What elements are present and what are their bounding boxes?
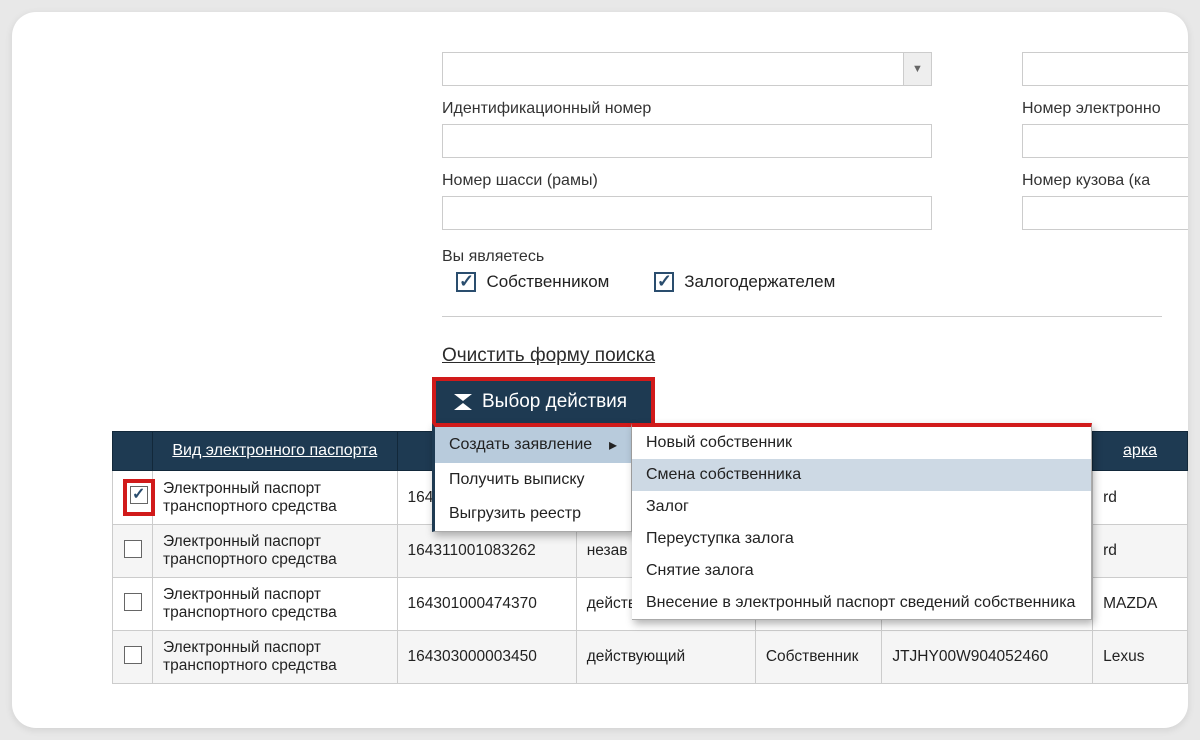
col-brand[interactable]: арка: [1093, 432, 1188, 471]
owner-check-label: Собственником: [486, 272, 609, 291]
menu-item-label: Выгрузить реестр: [449, 505, 581, 523]
row-checkbox[interactable]: [124, 540, 142, 558]
form-right-cut: Номер электронно Номер кузова (ка: [1022, 52, 1188, 230]
select-top[interactable]: ▼: [442, 52, 932, 86]
id-number-input[interactable]: [442, 124, 932, 158]
cell-type: Электронный паспорт транспортного средст…: [153, 631, 398, 684]
cell-num: 164303000003450: [397, 631, 576, 684]
action-submenu: Новый собственник Смена собственника Зал…: [632, 423, 1092, 620]
menu-item-extract[interactable]: Получить выписку: [435, 463, 631, 497]
body-num-input[interactable]: [1022, 196, 1188, 230]
cell-type: Электронный паспорт транспортного средст…: [153, 525, 398, 578]
cell-type: Электронный паспорт транспортного средст…: [153, 471, 398, 525]
col-check: [113, 432, 153, 471]
role-label: Вы являетесь: [442, 248, 1162, 266]
id-number-label: Идентификационный номер: [442, 100, 932, 118]
action-menu: Создать заявление ▸ Получить выписку Выг…: [432, 423, 632, 532]
menu-item-label: Получить выписку: [449, 471, 585, 489]
menu-item-create[interactable]: Создать заявление ▸: [435, 427, 631, 463]
col-type[interactable]: Вид электронного паспорта: [153, 432, 398, 471]
cell-num: 164311001083262: [397, 525, 576, 578]
action-select-button[interactable]: Выбор действия: [432, 377, 655, 423]
row-checkbox[interactable]: [130, 486, 148, 504]
clear-search-link[interactable]: Очистить форму поиска: [442, 345, 655, 367]
cell-brand: rd: [1093, 525, 1188, 578]
hourglass-icon: [454, 394, 472, 410]
chassis-input[interactable]: [442, 196, 932, 230]
cell-num: 164301000474370: [397, 578, 576, 631]
role-block: Вы являетесь Собственником Залогодержате…: [442, 248, 1162, 317]
electronic-num-input[interactable]: [1022, 124, 1188, 158]
menu-item-export[interactable]: Выгрузить реестр: [435, 497, 631, 531]
cell-vin: JTJHY00W904052460: [882, 631, 1093, 684]
row-check-highlight: [123, 479, 155, 516]
submenu-add-owner-info[interactable]: Внесение в электронный паспорт сведений …: [632, 587, 1091, 619]
chevron-right-icon: ▸: [609, 435, 617, 455]
right-top-input[interactable]: [1022, 52, 1188, 86]
body-num-label: Номер кузова (ка: [1022, 172, 1188, 190]
cell-brand: rd: [1093, 471, 1188, 525]
row-checkbox[interactable]: [124, 646, 142, 664]
submenu-change-owner[interactable]: Смена собственника: [632, 459, 1091, 491]
submenu-new-owner[interactable]: Новый собственник: [632, 427, 1091, 459]
cell-brand: Lexus: [1093, 631, 1188, 684]
pledgee-checkbox[interactable]: [654, 272, 674, 292]
pledgee-check-label: Залогодержателем: [684, 272, 835, 291]
action-select-label: Выбор действия: [482, 391, 627, 413]
submenu-pledge[interactable]: Залог: [632, 491, 1091, 523]
owner-checkbox[interactable]: [456, 272, 476, 292]
chevron-down-icon: ▼: [903, 53, 931, 85]
menu-item-label: Создать заявление: [449, 436, 592, 454]
cell-status: действующий: [576, 631, 755, 684]
submenu-assign-pledge[interactable]: Переуступка залога: [632, 523, 1091, 555]
cell-type: Электронный паспорт транспортного средст…: [153, 578, 398, 631]
row-checkbox[interactable]: [124, 593, 142, 611]
app-card: ▼ Идентификационный номер Номер шасси (р…: [12, 12, 1188, 728]
submenu-remove-pledge[interactable]: Снятие залога: [632, 555, 1091, 587]
cell-role: Собственник: [755, 631, 881, 684]
electronic-num-label: Номер электронно: [1022, 100, 1188, 118]
cell-brand: MAZDA: [1093, 578, 1188, 631]
table-row: Электронный паспорт транспортного средст…: [113, 631, 1188, 684]
